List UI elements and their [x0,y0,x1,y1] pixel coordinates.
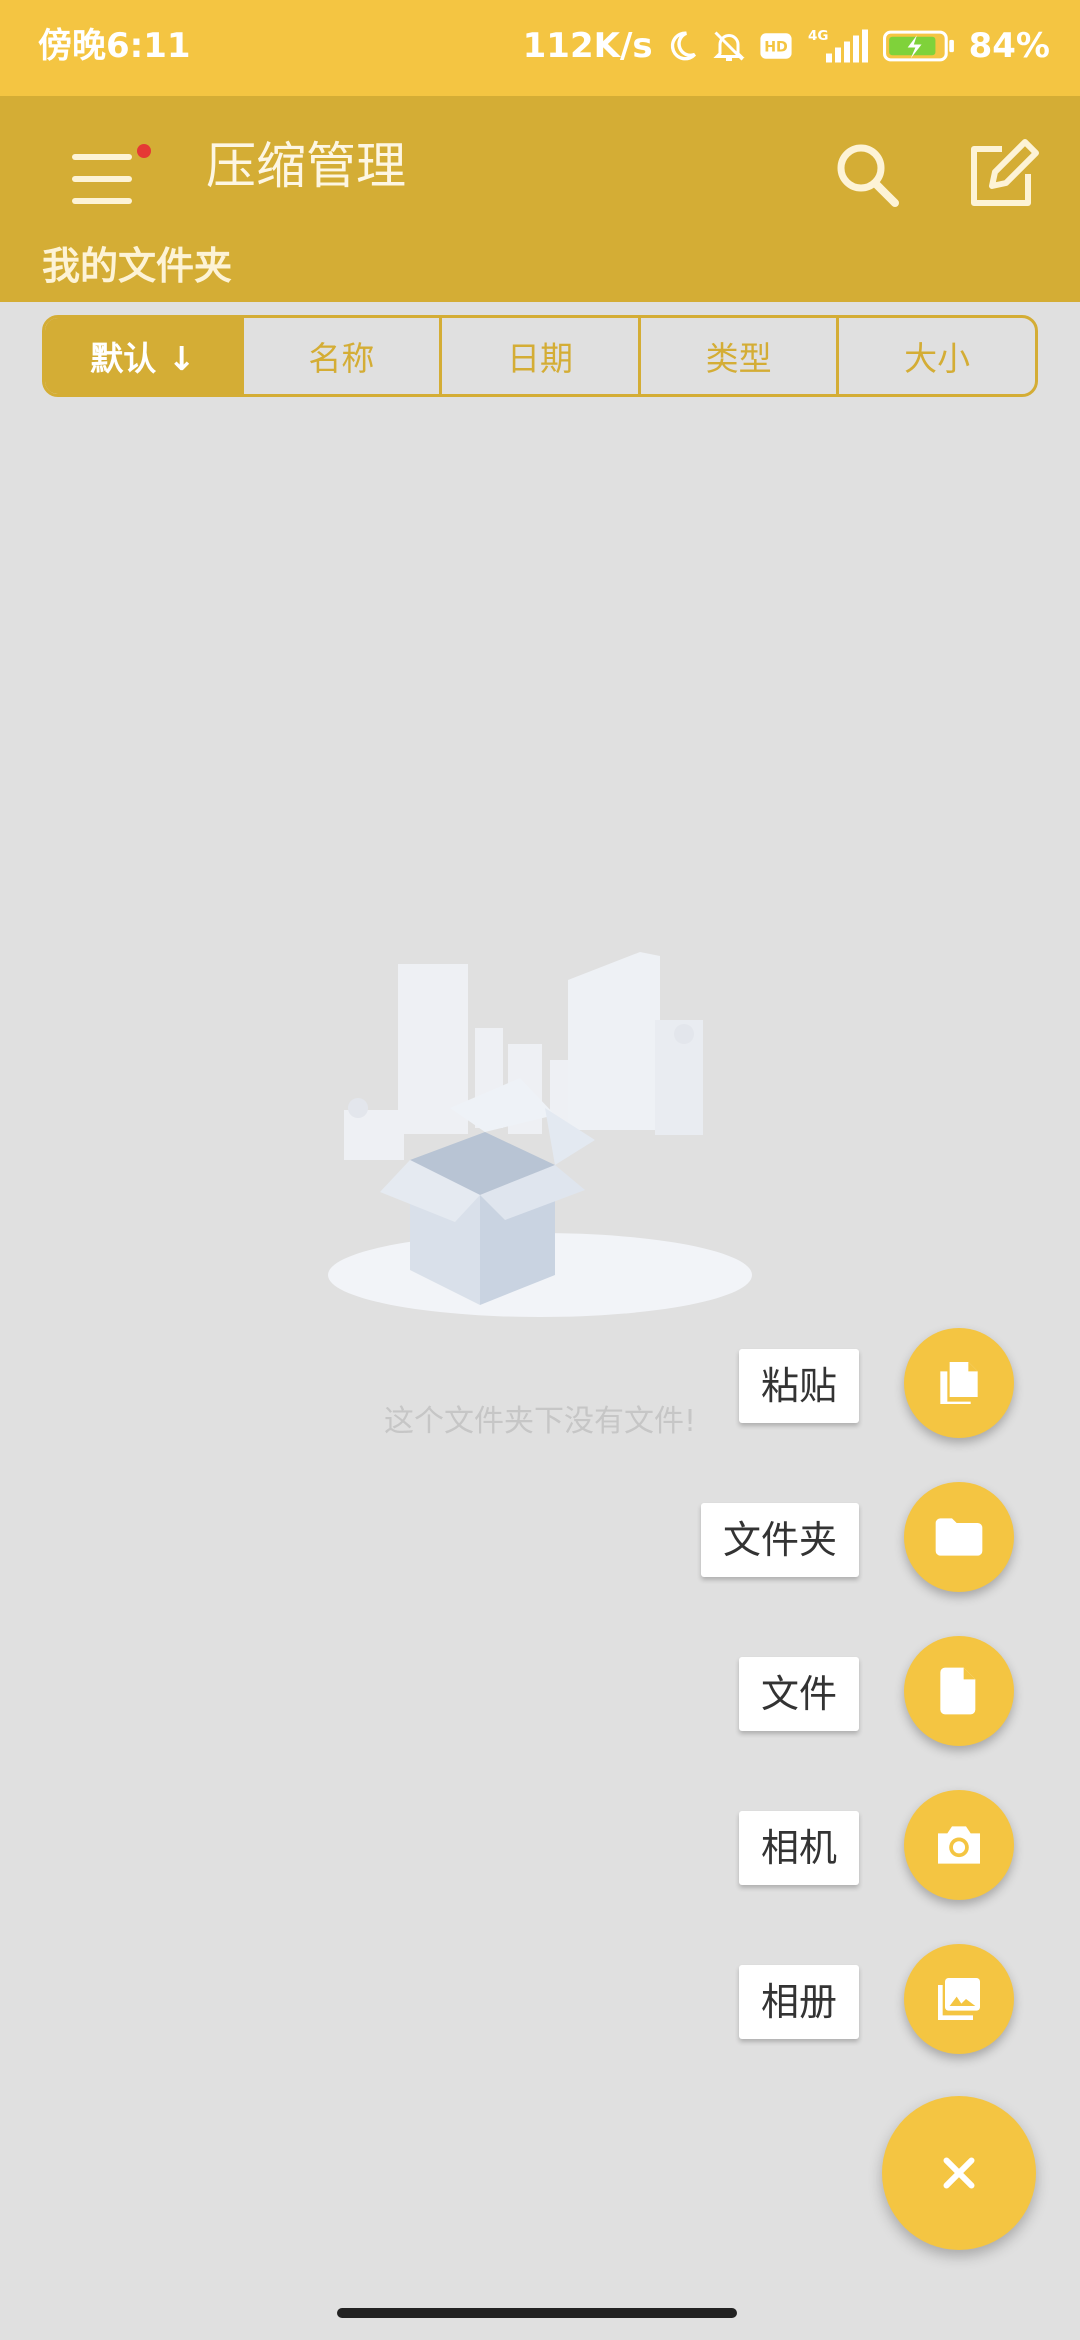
battery-percent: 84% [968,26,1050,66]
sort-tab-name[interactable]: 名称 [240,318,440,394]
sort-tab-date[interactable]: 日期 [439,318,638,394]
menu-icon [72,154,132,204]
search-icon [837,144,899,207]
hd-icon: HD [760,33,792,59]
menu-button[interactable] [52,126,152,226]
edit-button[interactable] [950,126,1050,226]
file-button[interactable] [904,1636,1014,1746]
bell-off-icon [712,31,745,61]
status-bar: 傍晚6:11 112K/s HD 4G 84% [0,0,1080,96]
gesture-nav-bar[interactable] [337,2308,737,2318]
sort-tab-default[interactable]: 默认 ↓ [45,318,241,394]
edit-icon [971,139,1039,206]
svg-text:4G: 4G [808,28,828,44]
gallery-label[interactable]: 相册 [738,1965,859,2039]
sort-tab-type[interactable]: 类型 [637,318,837,394]
empty-box-illustration [328,952,752,1317]
current-folder-label: 我的文件夹 [42,244,233,288]
net-speed: 112K/s [522,26,653,66]
signal-4g-icon: 4G [808,28,868,63]
battery-charging-icon [882,30,954,62]
status-icons: 112K/s HD 4G 84% [523,22,1050,70]
paste-icon [940,1362,978,1404]
close-icon [943,2157,975,2189]
paste-label[interactable]: 粘贴 [738,1349,859,1423]
moon-icon [670,31,696,61]
notification-dot [137,144,151,158]
file-label[interactable]: 文件 [738,1657,859,1731]
sort-tab-size[interactable]: 大小 [836,318,1035,394]
gallery-button[interactable] [904,1944,1014,2054]
file-icon [940,1667,976,1715]
paste-button[interactable] [904,1328,1014,1438]
app-bar: 压缩管理 我的文件夹 [0,96,1080,302]
folder-button[interactable] [904,1482,1014,1592]
gallery-icon [938,1978,980,2020]
sort-tabs: 默认 ↓ 名称 日期 类型 大小 [42,315,1038,397]
camera-label[interactable]: 相机 [738,1811,859,1885]
page-title: 压缩管理 [206,137,406,195]
folder-label[interactable]: 文件夹 [700,1503,859,1577]
close-fab-button[interactable] [882,2096,1036,2250]
svg-text:HD: HD [764,40,788,56]
folder-icon [935,1518,983,1556]
search-button[interactable] [818,126,918,226]
camera-button[interactable] [904,1790,1014,1900]
camera-icon [938,1826,980,1864]
status-time: 傍晚6:11 [38,26,191,66]
